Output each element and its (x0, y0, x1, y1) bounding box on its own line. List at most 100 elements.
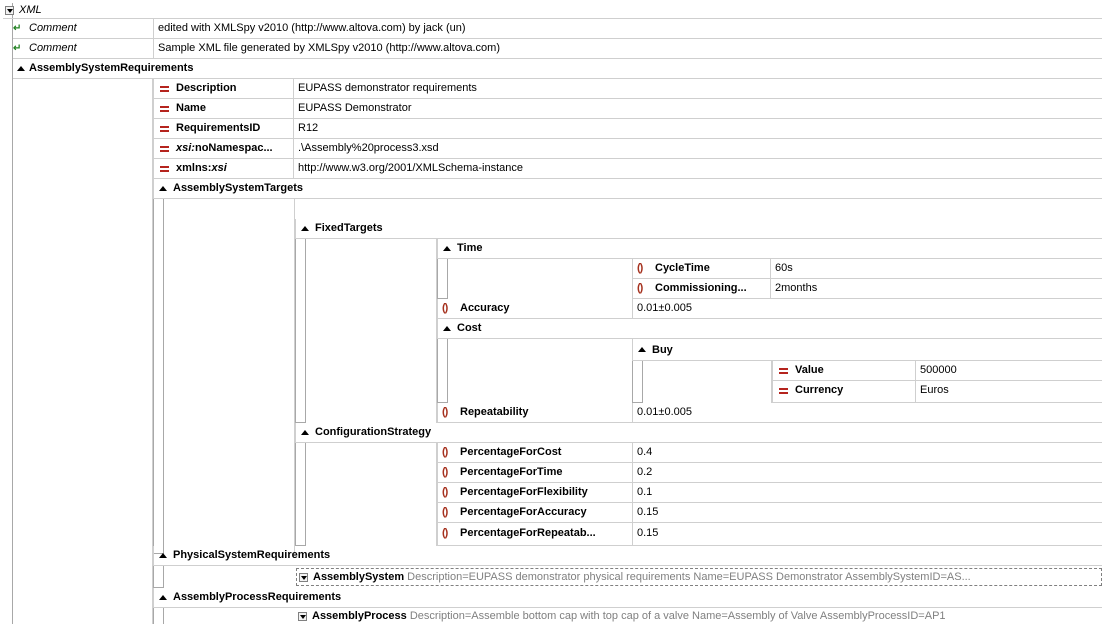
currency-attribute-value[interactable]: Euros (915, 381, 1102, 403)
strategy-element-name: ConfigurationStrategy (315, 426, 432, 438)
comment-row[interactable]: ↵ Comment edited with XMLSpy v2010 (http… (13, 19, 1102, 39)
attribute-prefix: xmlns: (176, 162, 212, 174)
element-name: PercentageForRepeatab... (460, 527, 596, 539)
collapse-icon[interactable] (159, 595, 167, 600)
strategy-item-value[interactable]: 0.4 (632, 443, 1102, 463)
fixed-targets-header[interactable]: FixedTargets (295, 219, 1102, 239)
physical-expand-bar[interactable] (153, 566, 164, 588)
value-attribute-value[interactable]: 500000 (915, 361, 1102, 381)
attribute-name: Name (176, 102, 206, 114)
buy-element-name: Buy (652, 344, 673, 356)
child-element-name: AssemblyProcess (312, 610, 407, 622)
collapse-icon[interactable] (638, 347, 646, 352)
comment-icon: ↵ (13, 43, 22, 54)
comment-value[interactable]: Sample XML file generated by XMLSpy v201… (153, 39, 500, 58)
element-name: CycleTime (655, 262, 710, 274)
attribute-name-cell[interactable]: Description (153, 79, 293, 99)
process-collapsed-child[interactable]: AssemblyProcess Description=Assemble bot… (296, 609, 1102, 624)
repeatability-name-cell[interactable]: () Repeatability (437, 403, 632, 423)
collapse-icon[interactable] (301, 430, 309, 435)
child-element-name: AssemblySystem (313, 571, 405, 583)
element-name: Commissioning... (655, 282, 747, 294)
cost-expand-bar[interactable] (437, 339, 448, 403)
cycle-time-name-cell[interactable]: () CycleTime (632, 259, 770, 279)
attribute-name-cell[interactable]: Name (153, 99, 293, 119)
commissioning-name-cell[interactable]: () Commissioning... (632, 279, 770, 299)
element-icon: () (442, 506, 448, 518)
attribute-name-cell[interactable]: xsi:noNamespac... (153, 139, 293, 159)
attribute-value[interactable]: EUPASS Demonstrator (293, 99, 1102, 119)
process-expand-bar[interactable] (153, 608, 164, 624)
targets-element-header[interactable]: AssemblySystemTargets (153, 179, 1102, 199)
attribute-local: xsi (211, 162, 227, 174)
attribute-icon (160, 146, 169, 152)
xml-header-row[interactable]: XML (3, 3, 1102, 19)
strategy-item-value[interactable]: 0.1 (632, 483, 1102, 503)
collapse-icon[interactable] (301, 226, 309, 231)
attribute-name-cell[interactable]: RequirementsID (153, 119, 293, 139)
strategy-item-name-cell[interactable]: () PercentageForRepeatab... (437, 523, 632, 546)
strategy-element-header[interactable]: ConfigurationStrategy (295, 423, 1102, 443)
element-icon: () (442, 406, 448, 418)
element-icon: () (442, 486, 448, 498)
fixed-targets-name: FixedTargets (315, 222, 383, 234)
cycle-time-value[interactable]: 60s (770, 259, 1102, 279)
attribute-value[interactable]: EUPASS demonstrator requirements (293, 79, 1102, 99)
collapse-icon[interactable] (159, 186, 167, 191)
collapse-icon[interactable] (5, 6, 14, 15)
attribute-icon (779, 368, 788, 374)
attribute-value[interactable]: http://www.w3.org/2001/XMLSchema-instanc… (293, 159, 1102, 179)
comment-row[interactable]: ↵ Comment Sample XML file generated by X… (13, 39, 1102, 59)
process-element-header[interactable]: AssemblyProcessRequirements (153, 588, 1102, 608)
strategy-item-name-cell[interactable]: () PercentageForCost (437, 443, 632, 463)
child-element-attributes: Description=Assemble bottom cap with top… (409, 610, 946, 622)
physical-collapsed-child[interactable]: AssemblySystem Description=EUPASS demons… (296, 568, 1102, 586)
element-name: Accuracy (460, 302, 510, 314)
attribute-icon (779, 388, 788, 394)
cost-element-header[interactable]: Cost (437, 319, 1102, 339)
commissioning-value[interactable]: 2months (770, 279, 1102, 299)
accuracy-name-cell[interactable]: () Accuracy (437, 299, 632, 319)
expand-icon[interactable] (299, 573, 308, 582)
buy-left-column (632, 361, 772, 403)
attribute-local: noNamespac... (194, 142, 273, 154)
process-element-name: AssemblyProcessRequirements (173, 591, 342, 603)
element-icon: () (442, 466, 448, 478)
accuracy-value[interactable]: 0.01±0.005 (632, 299, 1102, 319)
fixed-left-column (295, 239, 437, 423)
element-name: Repeatability (460, 406, 529, 418)
comment-icon: ↵ (13, 23, 22, 34)
repeatability-value[interactable]: 0.01±0.005 (632, 403, 1102, 423)
collapse-icon[interactable] (443, 326, 451, 331)
physical-element-header[interactable]: PhysicalSystemRequirements (153, 546, 1102, 566)
strategy-item-value[interactable]: 0.15 (632, 503, 1102, 523)
strategy-item-value[interactable]: 0.2 (632, 463, 1102, 483)
attribute-icon (160, 126, 169, 132)
attribute-value[interactable]: .\Assembly%20process3.xsd (293, 139, 1102, 159)
strategy-item-name-cell[interactable]: () PercentageForTime (437, 463, 632, 483)
collapse-icon[interactable] (17, 66, 25, 71)
strategy-item-name-cell[interactable]: () PercentageForFlexibility (437, 483, 632, 503)
time-expand-bar[interactable] (437, 259, 448, 299)
currency-attribute-name-cell[interactable]: Currency (772, 381, 915, 403)
attribute-icon (160, 106, 169, 112)
attribute-value[interactable]: R12 (293, 119, 1102, 139)
attribute-icon (160, 86, 169, 92)
element-name: PercentageForCost (460, 446, 562, 458)
collapse-icon[interactable] (159, 553, 167, 558)
value-attribute-name-cell[interactable]: Value (772, 361, 915, 381)
element-icon: () (637, 282, 643, 294)
time-element-header[interactable]: Time (437, 239, 1102, 259)
element-name: PercentageForFlexibility (460, 486, 588, 498)
attribute-name-cell[interactable]: xmlns:xsi (153, 159, 293, 179)
buy-element-header[interactable]: Buy (632, 339, 1102, 361)
expand-icon[interactable] (298, 612, 307, 621)
comment-value[interactable]: edited with XMLSpy v2010 (http://www.alt… (153, 19, 466, 38)
targets-left-column (153, 199, 295, 554)
xml-label: XML (19, 4, 42, 16)
collapse-icon[interactable] (443, 246, 451, 251)
child-element-attributes: Description=EUPASS demonstrator physical… (407, 571, 971, 583)
strategy-item-name-cell[interactable]: () PercentageForAccuracy (437, 503, 632, 523)
root-element-header[interactable]: AssemblySystemRequirements (13, 59, 1102, 79)
strategy-item-value[interactable]: 0.15 (632, 523, 1102, 546)
